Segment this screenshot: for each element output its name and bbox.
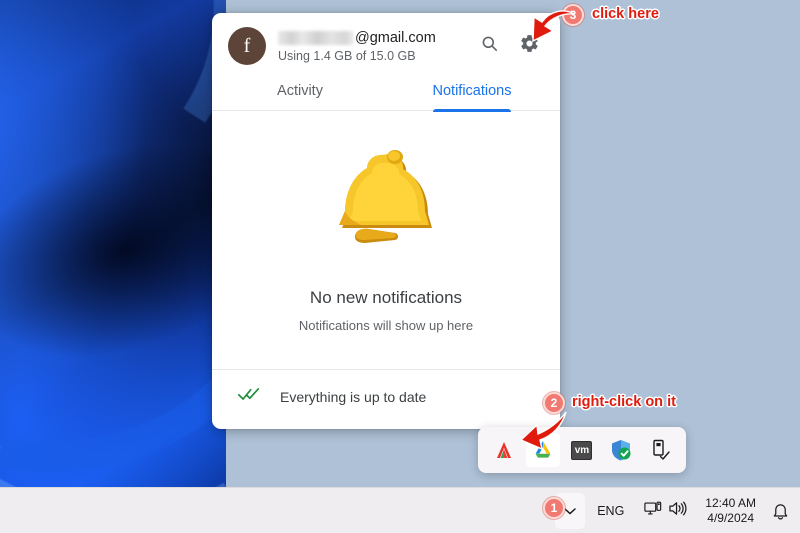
up-to-date-text: Everything is up to date xyxy=(280,388,427,405)
notifications-empty-state: No new notifications Notifications will … xyxy=(212,111,560,369)
clock-time: 12:40 AM xyxy=(705,495,756,510)
double-check-icon xyxy=(238,386,260,407)
search-icon[interactable] xyxy=(476,30,502,56)
account-info: @gmail.com Using 1.4 GB of 15.0 GB xyxy=(278,29,464,63)
clock-date: 4/9/2024 xyxy=(707,510,754,525)
network-icon xyxy=(644,500,662,522)
tab-notifications[interactable]: Notifications xyxy=(386,71,558,110)
vmware-glyph: vm xyxy=(571,440,593,460)
panel-tabs: Activity Notifications xyxy=(212,71,560,111)
panel-footer: Everything is up to date xyxy=(212,369,560,423)
account-email-suffix: @gmail.com xyxy=(355,30,436,46)
empty-state-subtitle: Notifications will show up here xyxy=(298,318,474,333)
tray-app-safely-remove-hardware[interactable] xyxy=(643,433,677,467)
tab-activity[interactable]: Activity xyxy=(214,71,386,110)
notification-bell-icon[interactable] xyxy=(766,493,794,529)
system-tray: ENG 12:40 AM 4/9/2024 xyxy=(555,488,794,533)
tray-app-windows-security[interactable] xyxy=(604,433,638,467)
tray-app-vmware[interactable]: vm xyxy=(565,433,599,467)
language-indicator[interactable]: ENG xyxy=(587,493,634,529)
blurred-username xyxy=(278,31,354,45)
account-email-line: @gmail.com xyxy=(278,29,464,47)
tray-overflow-flyout: vm xyxy=(478,427,686,473)
empty-state-title: No new notifications xyxy=(309,288,463,307)
storage-usage-text: Using 1.4 GB of 15.0 GB xyxy=(278,49,416,63)
avatar[interactable]: f xyxy=(228,27,266,65)
desktop-wallpaper xyxy=(0,0,226,487)
panel-header: f @gmail.com Using 1.4 GB of 15.0 GB xyxy=(212,13,560,71)
annotation-label-2: right-click on it xyxy=(572,394,676,410)
volume-icon xyxy=(668,500,687,522)
quick-settings-button[interactable] xyxy=(636,493,695,529)
google-drive-notification-panel: f @gmail.com Using 1.4 GB of 15.0 GB Act… xyxy=(212,13,560,429)
annotation-label-3: click here xyxy=(592,6,659,22)
taskbar-clock[interactable]: 12:40 AM 4/9/2024 xyxy=(697,493,764,529)
annotation-arrow-3 xyxy=(532,10,575,43)
taskbar: ENG 12:40 AM 4/9/2024 xyxy=(0,487,800,533)
annotation-arrow-2 xyxy=(519,411,567,451)
bell-illustration xyxy=(321,141,451,266)
annotation-badge-1: 1 xyxy=(543,497,565,519)
tray-app-red-triangle[interactable] xyxy=(487,433,521,467)
